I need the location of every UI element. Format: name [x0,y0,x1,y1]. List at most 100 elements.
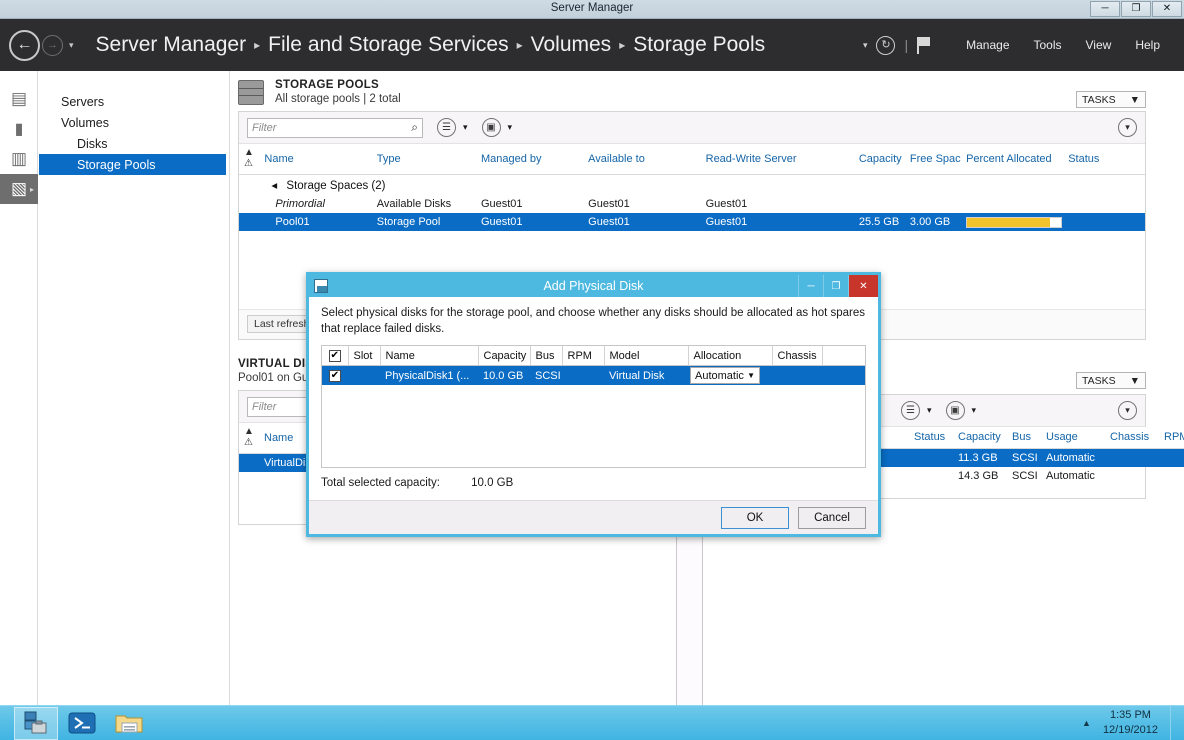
chevron-down-icon[interactable]: ▾ [508,122,513,133]
collapse-panel-icon[interactable]: ▾ [1118,118,1137,137]
save-view-icon[interactable]: ▣ [945,401,965,420]
taskbar-server-manager-button[interactable] [14,706,58,740]
taskbar-clock[interactable]: 1:35 PM 12/19/2012 [1103,708,1158,738]
table-row[interactable]: Pool01 Storage Pool Guest01 Guest01 Gues… [239,213,1145,231]
table-row[interactable]: Primordial Available Disks Guest01 Guest… [239,195,1145,213]
ok-button[interactable]: OK [721,506,789,529]
warning-column-icon[interactable]: ▲ ⚠ [239,423,259,454]
breadcrumb-item-file-and-storage-services[interactable]: File and Storage Services [268,33,508,57]
column-capacity[interactable]: Capacity [953,427,1007,449]
os-minimize-button[interactable]: ─ [1090,1,1120,17]
column-rpm[interactable]: RPM [562,346,605,367]
os-close-button[interactable]: ✕ [1152,1,1182,17]
tree-item-volumes[interactable]: Volumes [39,112,229,133]
menu-help[interactable]: Help [1123,38,1172,52]
physical-disks-tasks-button[interactable]: TASKS ▼ [1076,372,1146,389]
column-chassis[interactable]: Chassis [772,346,823,367]
breadcrumb-item-volumes[interactable]: Volumes [531,33,612,57]
column-usage[interactable]: Usage [1041,427,1105,449]
breadcrumb-item-server-manager[interactable]: Server Manager [96,33,247,57]
checkbox-checked-icon: ✔ [329,370,341,383]
cancel-button[interactable]: Cancel [798,506,866,529]
column-managed-by[interactable]: Managed by [475,144,584,175]
storage-pools-tasks-button[interactable]: TASKS ▼ [1076,91,1146,108]
dialog-disk-table: ✔ Slot Name Capacity Bus RPM Model Alloc… [322,346,865,386]
column-status[interactable]: Status [1063,144,1145,175]
flag-icon[interactable] [917,36,932,54]
chevron-down-icon: ▼ [1129,374,1140,387]
show-desktop-button[interactable] [1170,705,1176,740]
menu-view[interactable]: View [1074,38,1124,52]
taskbar-powershell-button[interactable] [58,707,105,740]
column-read-write-server[interactable]: Read-Write Server [700,144,854,175]
os-restore-button[interactable]: ❐ [1121,1,1151,17]
allocation-select[interactable]: Automatic ▼ [690,367,760,385]
warning-column-icon[interactable]: ▲ ⚠ [239,144,260,175]
column-bus[interactable]: Bus [530,346,563,367]
dialog-title-bar[interactable]: Add Physical Disk ─ ❐ ✕ [309,275,878,297]
tree-item-storage-pools[interactable]: Storage Pools [39,154,226,175]
back-icon[interactable]: ← [9,29,40,61]
row-checkbox[interactable]: ✔ [322,365,348,386]
list-view-icon[interactable]: ☰ [437,118,456,137]
cell-available-to: Guest01 [583,213,701,231]
column-allocation[interactable]: Allocation [688,346,773,367]
taskbar-file-explorer-button[interactable] [105,707,152,740]
column-bus[interactable]: Bus [1007,427,1041,449]
column-model[interactable]: Model [604,346,689,367]
rail-item-file-and-storage-services[interactable]: ▧ ▸ [0,174,38,204]
column-name[interactable]: Name [380,346,479,367]
column-status[interactable]: Status [909,427,953,449]
list-view-icon[interactable]: ☰ [901,401,920,420]
column-free-space[interactable]: Free Space [904,144,962,175]
column-percent-allocated[interactable]: Percent Allocated [961,144,1064,175]
forward-icon[interactable]: → [42,34,63,56]
menu-tools[interactable]: Tools [1022,38,1074,52]
column-capacity[interactable]: Capacity [478,346,531,367]
chevron-down-icon[interactable]: ▾ [69,40,74,51]
select-all-checkbox[interactable]: ✔ [322,346,349,367]
cell-managed-by: Guest01 [475,213,584,231]
column-capacity[interactable]: Capacity [853,144,905,175]
cell-available-to: Guest01 [588,198,630,210]
cell-rpm [1159,448,1184,467]
tree-item-disks[interactable]: Disks [39,133,229,154]
dialog-description: Select physical disks for the storage po… [321,307,866,335]
rail-item-local-server[interactable]: ▮ [0,114,38,144]
cell-capacity: 25.5 GB [853,213,905,231]
collapse-panel-icon[interactable]: ▾ [1118,401,1137,420]
cell-usage: Automatic [1041,448,1105,467]
tree-item-servers[interactable]: Servers [39,91,229,112]
storage-pools-filter-input[interactable]: Filter ⌕ [247,117,423,138]
cell-usage: Automatic [1046,470,1095,482]
chevron-down-icon[interactable]: ▾ [463,122,468,133]
chevron-down-icon[interactable]: ▾ [972,405,977,416]
save-view-icon[interactable]: ▣ [481,118,501,137]
column-name[interactable]: Name [259,144,372,175]
tasks-label: TASKS [1082,93,1116,106]
cell-allocation[interactable]: Automatic ▼ [688,365,772,386]
column-chassis[interactable]: Chassis [1105,427,1159,449]
cell-chassis [772,365,822,386]
refresh-icon[interactable]: ↻ [876,35,896,55]
rail-item-all-servers[interactable]: ▥ [0,144,38,174]
breadcrumb: Server Manager ▸ File and Storage Servic… [96,33,766,57]
cell-capacity: 14.3 GB [958,470,999,482]
tray-expand-icon[interactable]: ▲ [1082,718,1091,728]
rail-item-dashboard[interactable]: ▤ [0,84,38,114]
column-slot[interactable]: Slot [348,346,381,367]
cell-name: Pool01 [259,213,372,231]
dialog-disk-list: ✔ Slot Name Capacity Bus RPM Model Alloc… [321,345,866,469]
chevron-down-icon[interactable]: ▾ [927,405,932,416]
menu-manage[interactable]: Manage [954,38,1021,52]
column-rpm[interactable]: RPM [1159,427,1184,449]
storage-pools-group-row[interactable]: ◂ Storage Spaces (2) [239,175,1145,196]
group-expander-icon[interactable]: ◂ [271,180,277,192]
dialog-disk-row[interactable]: ✔ PhysicalDisk1 (... 10.0 GB SCSI Virtua… [322,365,865,386]
dashboard-icon: ▤ [10,89,28,108]
breadcrumb-item-storage-pools[interactable]: Storage Pools [633,33,765,57]
storage-pool-icon [238,79,264,105]
column-available-to[interactable]: Available to [583,144,701,175]
column-type[interactable]: Type [371,144,476,175]
header-chevron-down-icon[interactable]: ▾ [863,40,868,51]
